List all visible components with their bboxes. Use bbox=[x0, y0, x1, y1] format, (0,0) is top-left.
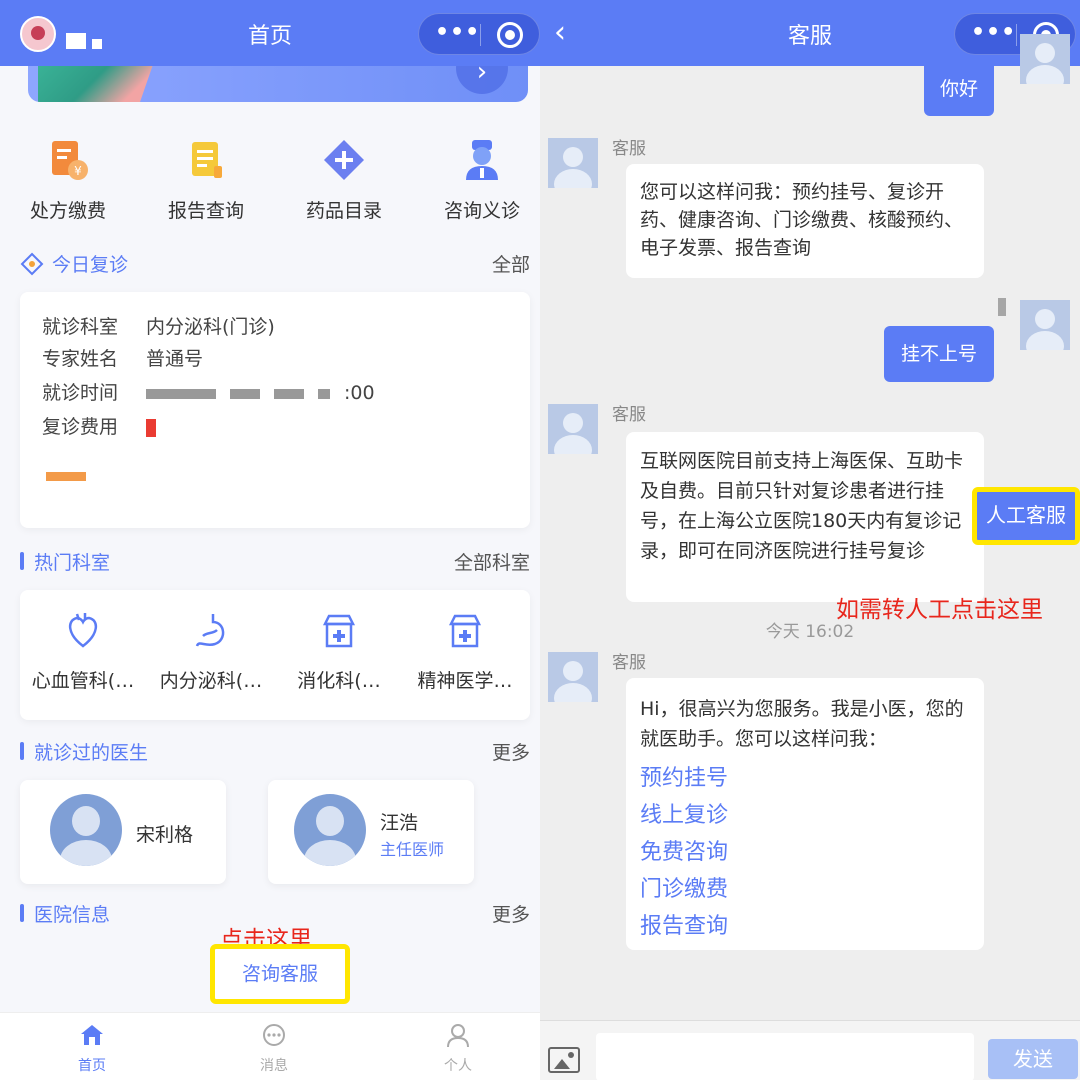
heart-icon bbox=[69, 613, 97, 648]
bot-message: Hi，很高兴为您服务。我是小医，您的就医助手。您可以这样问我： 预约挂号 线上复… bbox=[626, 678, 984, 950]
more-icon[interactable]: ••• bbox=[971, 22, 1016, 44]
dept-label: 心血管科(… bbox=[31, 670, 135, 692]
person-icon bbox=[447, 1024, 469, 1048]
receipt-icon: ¥ bbox=[46, 138, 90, 182]
doctor-card[interactable]: 汪浩 主任医师 bbox=[268, 780, 474, 884]
message-icon bbox=[263, 1024, 285, 1046]
quick-link-free-consult[interactable]: 免费咨询 bbox=[640, 834, 970, 871]
status-tag-redacted bbox=[46, 472, 86, 481]
followup-card[interactable]: 就诊科室 内分泌科(门诊) 专家姓名 普通号 就诊时间:00 复诊费用 bbox=[20, 292, 530, 528]
quick-action-label: 药品目录 bbox=[305, 200, 382, 222]
bot-message: 互联网医院目前支持上海医保、互助卡及自费。目前只针对复诊患者进行挂号，在上海公立… bbox=[626, 432, 984, 602]
quick-link-payment[interactable]: 门诊缴费 bbox=[640, 871, 970, 908]
more-info-link[interactable]: 更多 bbox=[492, 900, 530, 927]
dept-label: 内分泌科(… bbox=[159, 670, 263, 692]
sender-name: 客服 bbox=[612, 653, 646, 673]
section-title: 就诊过的医生 bbox=[34, 742, 149, 764]
doctor-avatar bbox=[50, 794, 122, 866]
quick-link-appointment[interactable]: 预约挂号 bbox=[640, 760, 970, 797]
clinic-icon bbox=[322, 614, 356, 648]
doctor-name: 宋利格 bbox=[136, 824, 194, 846]
home-icon bbox=[81, 1025, 103, 1045]
dept-item[interactable]: 精神医学… bbox=[400, 610, 530, 693]
consult-service-button[interactable]: 咨询客服 bbox=[210, 944, 350, 1004]
user-avatar bbox=[1020, 34, 1070, 84]
bot-avatar bbox=[548, 404, 598, 454]
dept-item[interactable]: 消化科(… bbox=[274, 610, 404, 693]
chat-timestamp: 今天 16:02 bbox=[765, 622, 855, 642]
user-message: 你好 bbox=[924, 62, 994, 116]
chat-input-bar: 发送 bbox=[540, 1020, 1080, 1080]
home-screen: › 首页 ••• ¥ 处方缴费 报告查询 药品目录 咨询义诊 今日复诊 全部 就… bbox=[0, 0, 540, 1080]
doctor-avatar bbox=[294, 794, 366, 866]
stomach-icon bbox=[195, 614, 225, 647]
followup-fee: 复诊费用 bbox=[42, 412, 170, 439]
doctor-card[interactable]: 宋利格 bbox=[20, 780, 226, 884]
diamond-plus-icon bbox=[20, 252, 44, 276]
doctor-name: 汪浩 bbox=[380, 812, 419, 834]
quick-action-medicine[interactable]: 药品目录 bbox=[284, 138, 404, 223]
bot-avatar bbox=[548, 652, 598, 702]
followup-dept: 就诊科室 内分泌科(门诊) bbox=[42, 316, 275, 338]
report-icon bbox=[184, 138, 228, 182]
doctor-title: 主任医师 bbox=[380, 840, 445, 859]
quick-link-online-followup[interactable]: 线上复诊 bbox=[640, 797, 970, 834]
dept-label: 消化科(… bbox=[297, 670, 381, 692]
tab-messages[interactable]: 消息 bbox=[224, 1023, 324, 1075]
quick-action-consult[interactable]: 咨询义诊 bbox=[422, 138, 540, 223]
quick-action-report[interactable]: 报告查询 bbox=[146, 138, 266, 223]
quick-link-report[interactable]: 报告查询 bbox=[640, 908, 970, 945]
image-icon[interactable] bbox=[548, 1047, 580, 1073]
tab-profile[interactable]: 个人 bbox=[408, 1023, 508, 1075]
dept-label: 精神医学… bbox=[417, 670, 513, 692]
message-input[interactable] bbox=[596, 1033, 974, 1080]
followup-expert: 专家姓名 普通号 bbox=[42, 348, 204, 370]
all-depts-link[interactable]: 全部科室 bbox=[454, 548, 530, 575]
quick-action-label: 报告查询 bbox=[167, 200, 244, 222]
bot-message-text: Hi，很高兴为您服务。我是小医，您的就医助手。您可以这样问我： bbox=[640, 698, 964, 750]
hot-depts-header: 热门科室 全部科室 bbox=[20, 546, 530, 576]
bot-avatar bbox=[548, 138, 598, 188]
send-button[interactable]: 发送 bbox=[988, 1039, 1078, 1079]
dept-item[interactable]: 心血管科(… bbox=[18, 610, 148, 693]
bottom-tab-bar: 首页 消息 个人 bbox=[0, 1012, 540, 1080]
view-all-link[interactable]: 全部 bbox=[492, 250, 530, 277]
more-icon[interactable]: ••• bbox=[435, 22, 480, 44]
tab-label: 消息 bbox=[260, 1058, 288, 1074]
chat-screen: ‹ 客服 ••• 你好 客服 您可以这样问我：预约挂号、复诊开药、健康咨询、门诊… bbox=[540, 0, 1080, 1080]
clinic-icon bbox=[448, 614, 482, 648]
chat-top-bar: ‹ 客服 ••• bbox=[540, 0, 1080, 66]
close-miniapp-icon[interactable] bbox=[497, 22, 523, 48]
more-doctors-link[interactable]: 更多 bbox=[492, 738, 530, 765]
section-title: 今日复诊 bbox=[52, 254, 129, 276]
home-top-bar: 首页 ••• bbox=[0, 0, 540, 66]
sender-name: 客服 bbox=[612, 139, 646, 159]
tab-home[interactable]: 首页 bbox=[42, 1023, 142, 1075]
section-title: 医院信息 bbox=[34, 904, 111, 926]
read-indicator-redacted bbox=[998, 298, 1006, 316]
sender-name: 客服 bbox=[612, 405, 646, 425]
human-service-button[interactable]: 人工客服 bbox=[957, 487, 1080, 545]
user-avatar bbox=[1020, 300, 1070, 350]
tab-label: 个人 bbox=[444, 1058, 472, 1074]
dept-item[interactable]: 内分泌科(… bbox=[146, 610, 276, 693]
bot-message: 您可以这样问我：预约挂号、复诊开药、健康咨询、门诊缴费、核酸预约、电子发票、报告… bbox=[626, 164, 984, 278]
user-message: 挂不上号 bbox=[884, 326, 994, 382]
quick-action-label: 处方缴费 bbox=[29, 200, 106, 222]
miniapp-capsule: ••• bbox=[418, 13, 540, 55]
tab-label: 首页 bbox=[78, 1058, 106, 1074]
medicine-icon bbox=[322, 138, 366, 182]
quick-action-label: 咨询义诊 bbox=[443, 200, 520, 222]
followup-time: 就诊时间:00 bbox=[42, 382, 375, 404]
quick-action-prescription[interactable]: ¥ 处方缴费 bbox=[8, 138, 128, 223]
doctor-icon bbox=[460, 138, 504, 182]
visited-doctors-header: 就诊过的医生 更多 bbox=[20, 736, 530, 766]
today-followup-header: 今日复诊 全部 bbox=[20, 248, 530, 278]
svg-text:¥: ¥ bbox=[74, 164, 82, 178]
section-title: 热门科室 bbox=[34, 552, 111, 574]
